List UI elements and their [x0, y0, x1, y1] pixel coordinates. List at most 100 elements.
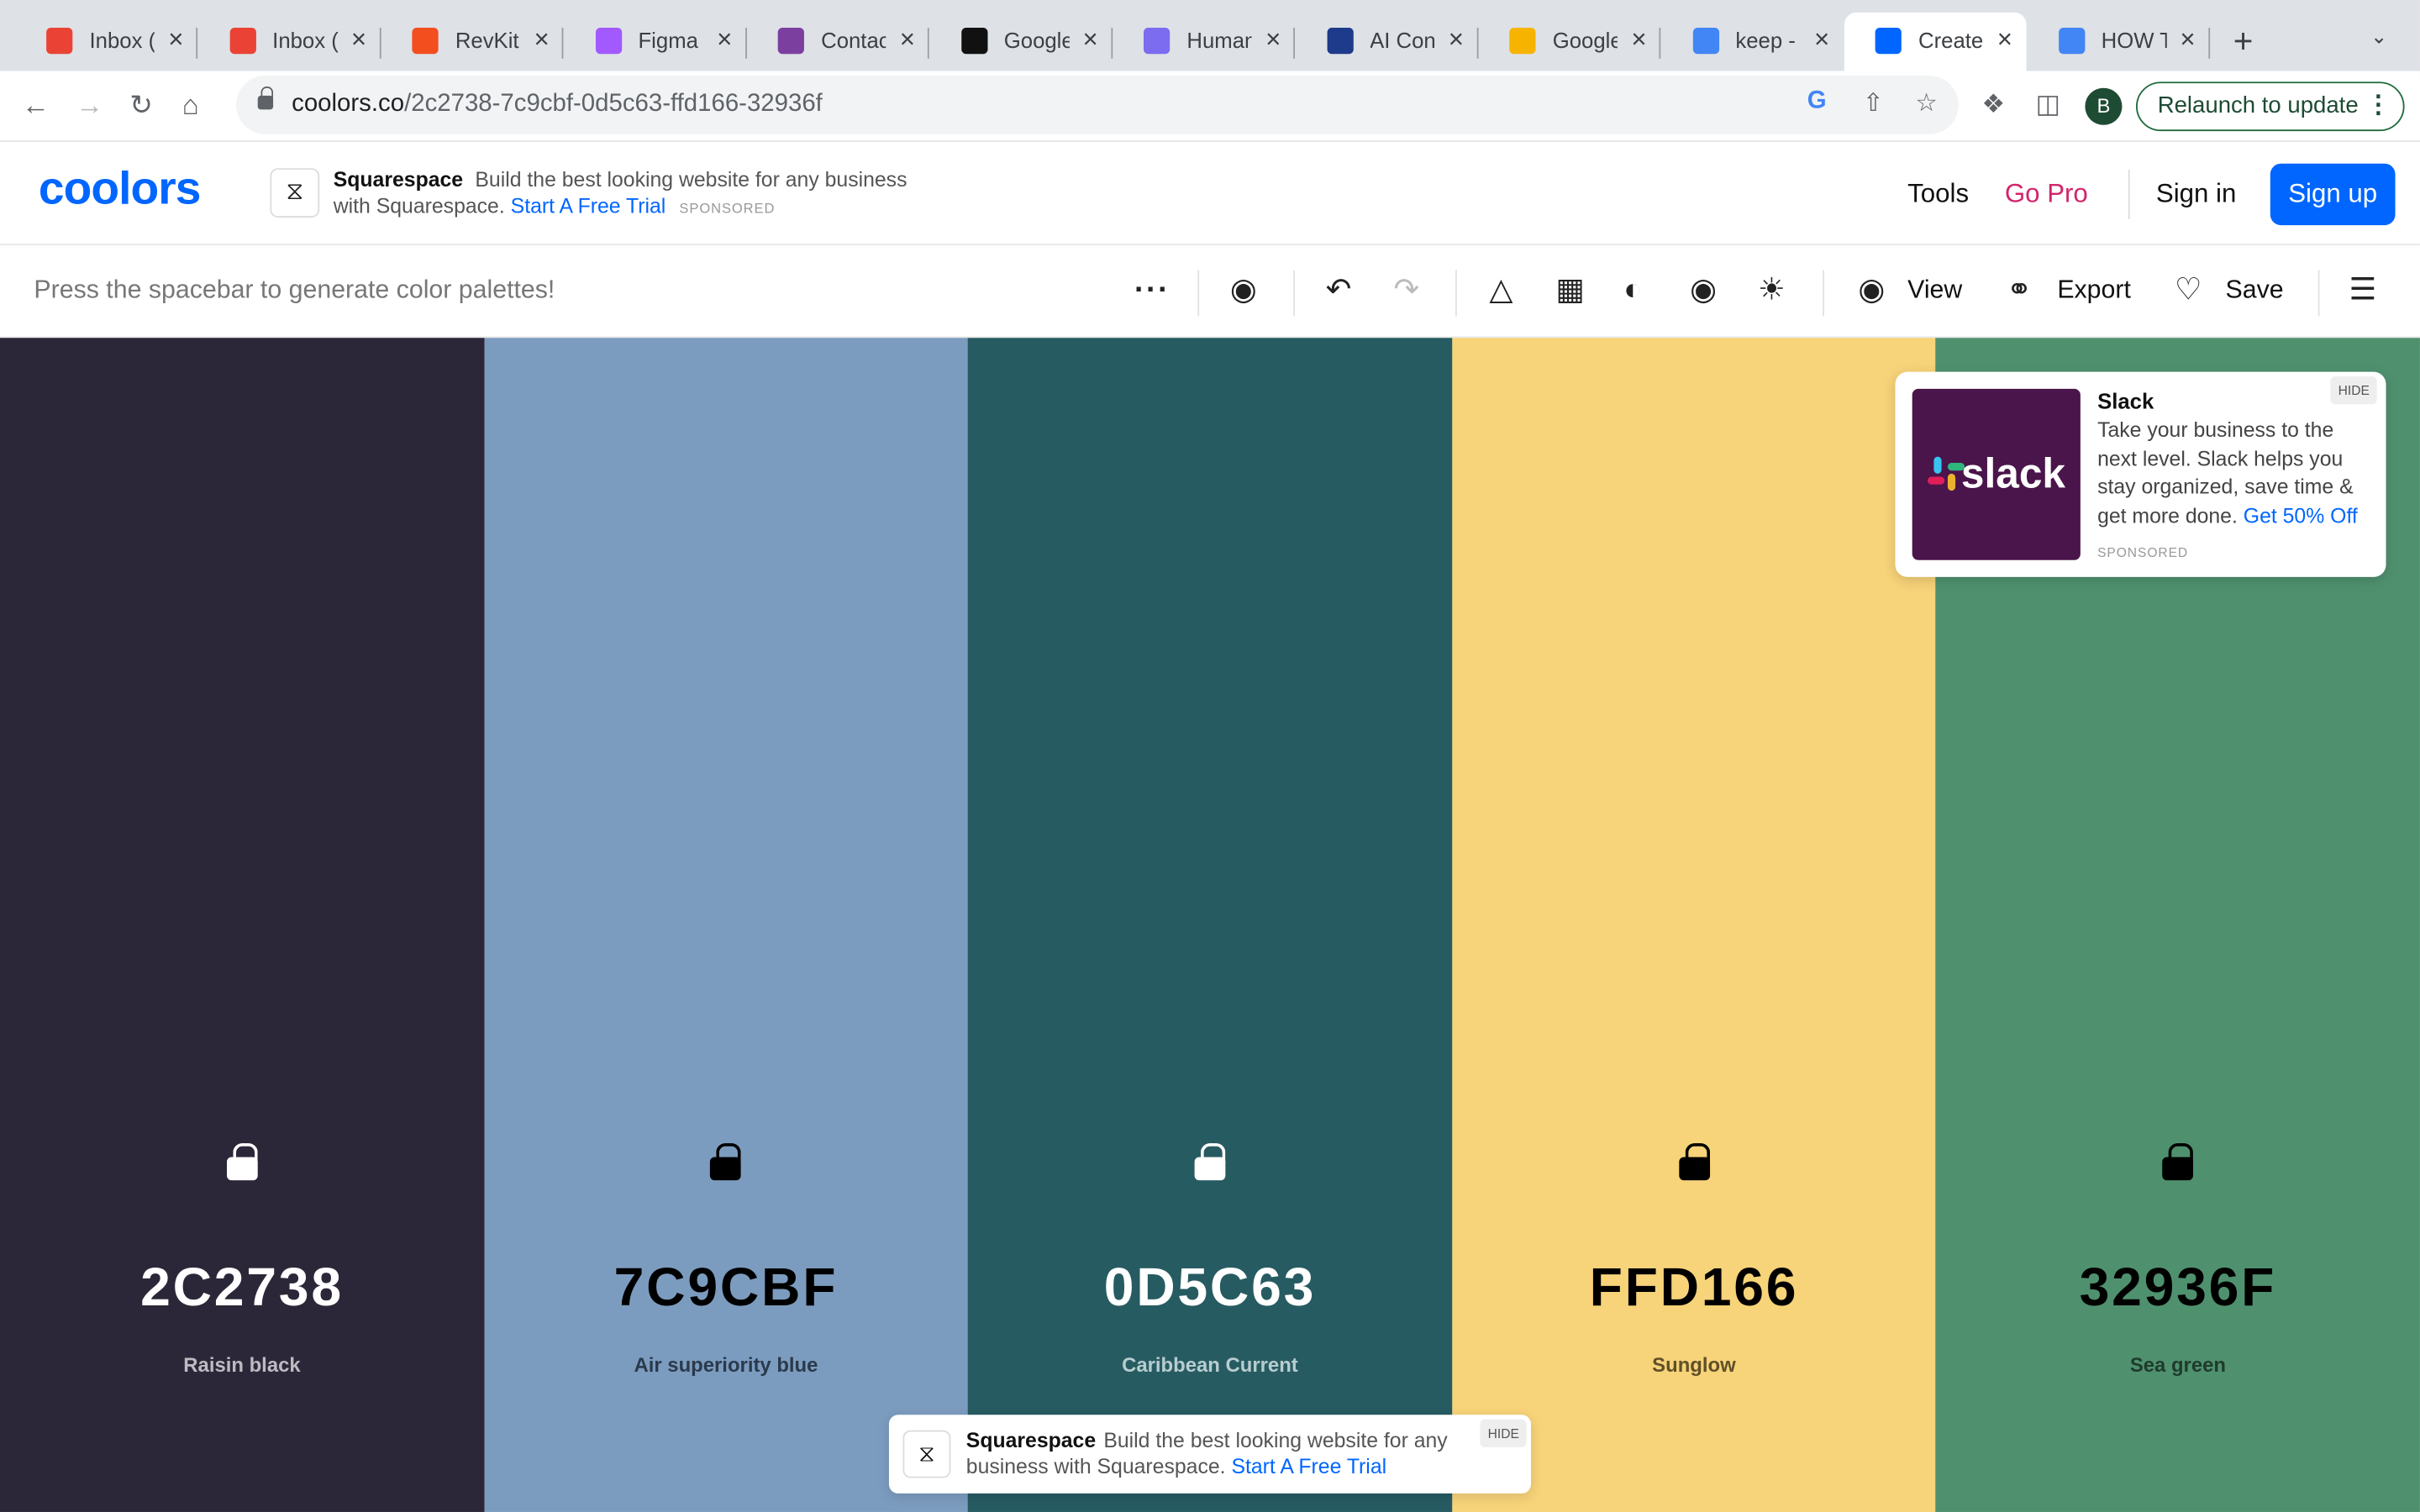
color-hex-code[interactable]: 2C2738	[0, 1257, 484, 1319]
reload-icon[interactable]: ↻	[129, 90, 153, 121]
save-button[interactable]: Save	[2226, 276, 2284, 306]
contrast-icon[interactable]: ◐	[1623, 271, 1642, 308]
palette-color-column[interactable]: 7C9CBF Air superiority blue	[483, 338, 968, 1512]
slack-ad[interactable]: slack Slack Take your business to the ne…	[1895, 371, 2386, 577]
palette-toolbar: Press the spacebar to generate color pal…	[0, 245, 2420, 339]
lock-icon[interactable]	[2162, 1142, 2194, 1181]
tab-title: Figma b	[638, 28, 702, 53]
tab-title: Contac	[821, 28, 886, 53]
back-arrow-icon[interactable]: ←	[22, 90, 50, 121]
slack-ad-cta-link[interactable]: Get 50% Off	[2244, 505, 2358, 528]
ad-cta-link[interactable]: Start A Free Trial	[511, 194, 666, 218]
profile-avatar[interactable]: B	[2085, 87, 2123, 125]
export-button[interactable]: Export	[2057, 276, 2131, 306]
close-tab-icon[interactable]: ×	[1997, 24, 2012, 55]
brightness-sun-icon[interactable]: ☀	[1758, 271, 1786, 308]
color-hex-code[interactable]: 0D5C63	[968, 1257, 1452, 1319]
close-tab-icon[interactable]: ×	[534, 24, 549, 55]
browser-tab[interactable]: Contac ×	[747, 13, 929, 71]
coolors-logo[interactable]: coolors	[39, 164, 202, 216]
color-name[interactable]: Air superiority blue	[484, 1353, 968, 1377]
close-tab-icon[interactable]: ×	[351, 24, 366, 55]
bottom-ad-cta-link[interactable]: Start A Free Trial	[1231, 1455, 1386, 1478]
header-ad[interactable]: Squarespace Build the best looking websi…	[334, 166, 920, 222]
kebab-menu-icon: ⋮	[2365, 92, 2391, 119]
bottom-ad-hide-button[interactable]: HIDE	[1480, 1419, 1528, 1447]
close-tab-icon[interactable]: ×	[2180, 24, 2195, 55]
browser-tab[interactable]: Figma b ×	[564, 13, 747, 71]
tab-search-chevron-icon[interactable]: ⌄	[2370, 24, 2387, 49]
color-name[interactable]: Sunglow	[1452, 1353, 1936, 1377]
home-icon[interactable]: ⌂	[182, 90, 199, 121]
browser-tab[interactable]: Inbox (3 ×	[198, 13, 381, 71]
palette-color-column[interactable]: 0D5C63 Caribbean Current	[967, 338, 1452, 1512]
side-panel-icon[interactable]: ◫	[2036, 90, 2061, 121]
color-name[interactable]: Raisin black	[0, 1353, 484, 1377]
grid-view-icon[interactable]: ▦	[1555, 271, 1585, 308]
camera-icon[interactable]: ◉	[1230, 271, 1257, 308]
google-lens-icon[interactable]: G	[1807, 88, 1827, 116]
undo-icon[interactable]: ↶	[1326, 271, 1352, 308]
browser-tab[interactable]: Human ×	[1113, 13, 1295, 71]
close-tab-icon[interactable]: ×	[900, 24, 915, 55]
color-hex-code[interactable]: 7C9CBF	[484, 1257, 968, 1319]
close-tab-icon[interactable]: ×	[1449, 24, 1464, 55]
color-hex-code[interactable]: 32936F	[1936, 1257, 2420, 1319]
tab-separator	[196, 28, 198, 59]
tools-menu[interactable]: Tools	[1907, 179, 1969, 210]
palette-color-column[interactable]: 2C2738 Raisin black	[0, 338, 484, 1512]
tab-separator	[744, 28, 747, 59]
browser-tab[interactable]: AI Cont ×	[1296, 13, 1478, 71]
more-options-icon[interactable]: ···	[1134, 271, 1170, 308]
browser-tab[interactable]: Google ×	[1479, 13, 1661, 71]
close-tab-icon[interactable]: ×	[717, 24, 732, 55]
close-tab-icon[interactable]: ×	[168, 24, 183, 55]
squarespace-logo-icon[interactable]: ⧖	[270, 168, 320, 218]
share-icon[interactable]: ⇧	[1863, 88, 1884, 119]
extensions-puzzle-icon[interactable]: ❖	[1981, 90, 2005, 121]
new-tab-button[interactable]: +	[2233, 22, 2254, 62]
color-name[interactable]: Caribbean Current	[968, 1353, 1452, 1377]
spacebar-hint: Press the spacebar to generate color pal…	[34, 276, 555, 304]
toolbar-divider	[2317, 270, 2320, 317]
color-blindness-glasses-icon[interactable]: ◉	[1690, 271, 1717, 308]
view-button[interactable]: View	[1907, 276, 1962, 306]
close-tab-icon[interactable]: ×	[1814, 24, 1829, 55]
tab-title: AI Cont	[1370, 28, 1434, 53]
bottom-ad-text: Squarespace Build the best looking websit…	[966, 1427, 1460, 1479]
slack-logo: slack	[1912, 388, 2081, 560]
lock-icon[interactable]	[710, 1142, 742, 1181]
lock-icon[interactable]	[1678, 1142, 1710, 1181]
close-tab-icon[interactable]: ×	[1631, 24, 1646, 55]
slack-ad-hide-button[interactable]: HIDE	[2330, 376, 2378, 405]
tab-title: RevKit	[455, 28, 519, 53]
hamburger-menu-icon[interactable]: ☰	[2349, 271, 2376, 308]
close-tab-icon[interactable]: ×	[1082, 24, 1097, 55]
r-icon	[960, 28, 987, 55]
browser-tab[interactable]: HOW T ×	[2028, 13, 2210, 71]
tab-title: HOW T	[2101, 28, 2166, 53]
tab-separator	[1110, 28, 1113, 59]
redo-icon[interactable]: ↷	[1394, 271, 1420, 308]
browser-tab[interactable]: keep - ×	[1661, 13, 1844, 71]
sign-in-link[interactable]: Sign in	[2156, 179, 2236, 210]
lock-icon[interactable]	[226, 1142, 258, 1181]
address-bar[interactable]: coolors.co/2c2738-7c9cbf-0d5c63-ffd166-3…	[236, 75, 1959, 134]
bottom-ad[interactable]: ⧖ Squarespace Build the best looking webs…	[888, 1415, 1532, 1494]
color-name[interactable]: Sea green	[1936, 1353, 2420, 1377]
go-pro-link[interactable]: Go Pro	[2005, 179, 2088, 210]
adjust-shapes-icon[interactable]: △	[1489, 271, 1512, 308]
relaunch-to-update-button[interactable]: Relaunch to update ⋮	[2135, 81, 2405, 132]
browser-tab[interactable]: Google ×	[930, 13, 1113, 71]
palette-color-column[interactable]: FFD166 Sunglow	[1451, 338, 1936, 1512]
close-tab-icon[interactable]: ×	[1265, 24, 1281, 55]
sign-up-button[interactable]: Sign up	[2270, 163, 2396, 226]
browser-tab[interactable]: RevKit ×	[381, 13, 564, 71]
color-hex-code[interactable]: FFD166	[1452, 1257, 1936, 1319]
browser-tab[interactable]: Inbox (6 ×	[15, 13, 198, 71]
slack-ad-sponsored-label: SPONSORED	[2097, 544, 2189, 560]
c-icon	[1326, 28, 1353, 55]
bookmark-star-icon[interactable]: ☆	[1915, 88, 1937, 119]
forward-arrow-icon[interactable]: →	[76, 90, 103, 121]
lock-icon[interactable]	[1194, 1142, 1226, 1181]
